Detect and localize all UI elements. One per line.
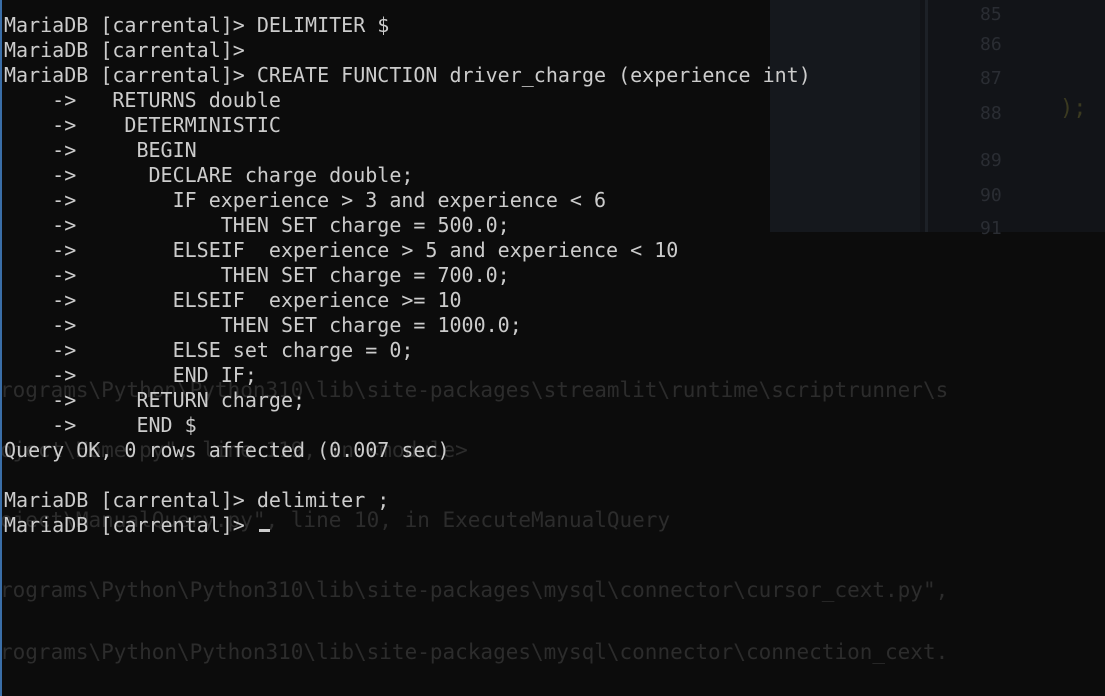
ghost-text-line: rograms\Python\Python310\lib\site-packag…: [0, 578, 949, 602]
terminal-line: -> ELSE set charge = 0;: [4, 338, 414, 362]
terminal-line: MariaDB [carrental]> CREATE FUNCTION dri…: [4, 63, 811, 87]
ghost-line-number: 88: [980, 103, 1002, 124]
terminal-line: MariaDB [carrental]> delimiter ;: [4, 488, 390, 512]
ghost-line-number: 85: [980, 4, 1002, 25]
terminal-line: -> RETURN charge;: [4, 388, 306, 412]
ghost-line-number: 90: [980, 185, 1002, 206]
terminal-line: -> RETURNS double: [4, 88, 281, 112]
terminal-line: -> THEN SET charge = 700.0;: [4, 263, 510, 287]
terminal-line: -> THEN SET charge = 500.0;: [4, 213, 510, 237]
terminal-line: -> ELSEIF experience >= 10: [4, 288, 462, 312]
terminal-line: -> DETERMINISTIC: [4, 113, 281, 137]
terminal-prompt: MariaDB [carrental]>: [4, 513, 257, 537]
ghost-line-number: 89: [980, 150, 1002, 171]
terminal-line: -> END $: [4, 413, 197, 437]
terminal-line: MariaDB [carrental]> DELIMITER $: [4, 13, 390, 37]
terminal-line: -> DECLARE charge double;: [4, 163, 414, 187]
background-editor-gutter: [925, 0, 928, 232]
window-left-border: [0, 0, 2, 696]
terminal-prompt-line[interactable]: MariaDB [carrental]>: [4, 513, 270, 537]
terminal-line: -> BEGIN: [4, 138, 197, 162]
terminal-line: -> END IF;: [4, 363, 257, 387]
terminal-window[interactable]: 85 86 87 88 89 90 91 ); rograms\Python\P…: [0, 0, 1105, 696]
ghost-line-number: 87: [980, 68, 1002, 89]
terminal-line: -> THEN SET charge = 1000.0;: [4, 313, 522, 337]
ghost-paren: );: [1060, 96, 1087, 121]
terminal-line: MariaDB [carrental]>: [4, 38, 245, 62]
background-editor-minimap: [770, 0, 920, 232]
text-cursor: [258, 529, 270, 532]
ghost-line-number: 86: [980, 34, 1002, 55]
terminal-line: -> ELSEIF experience > 5 and experience …: [4, 238, 679, 262]
ghost-line-number: 91: [980, 218, 1002, 239]
query-result-line: Query OK, 0 rows affected (0.007 sec): [4, 438, 450, 462]
ghost-text-line: rograms\Python\Python310\lib\site-packag…: [0, 640, 949, 664]
terminal-line: -> IF experience > 3 and experience < 6: [4, 188, 607, 212]
